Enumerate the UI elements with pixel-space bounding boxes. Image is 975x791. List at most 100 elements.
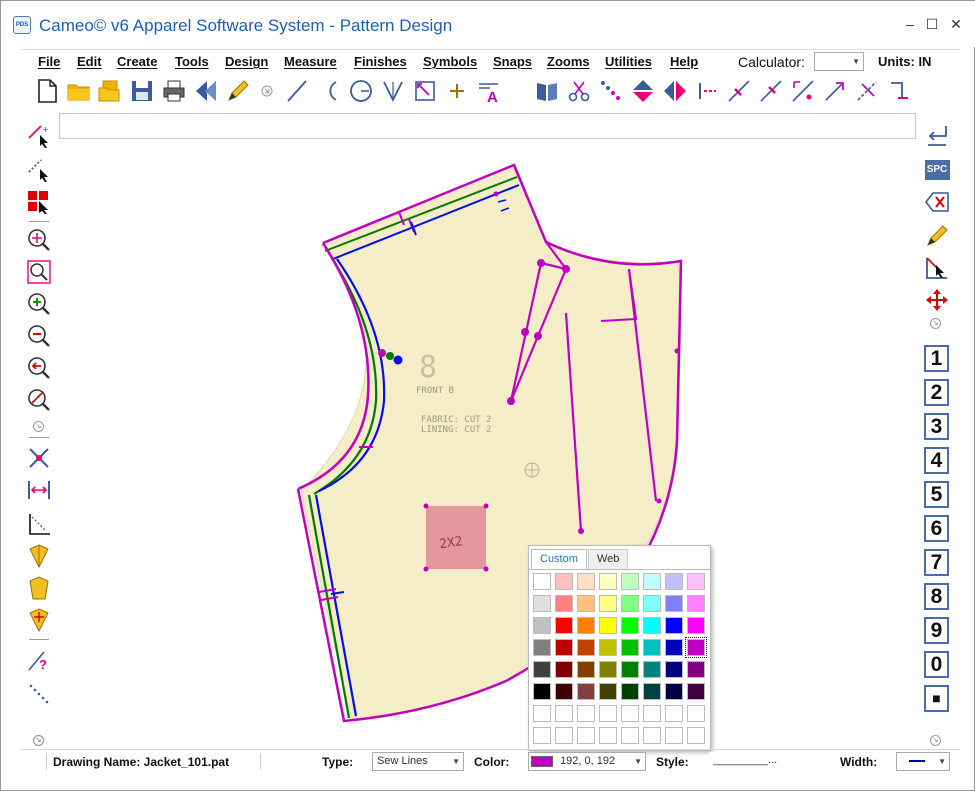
color-swatch[interactable] xyxy=(577,705,595,722)
color-swatch[interactable] xyxy=(621,683,639,700)
menu-tools[interactable]: Tools xyxy=(175,54,209,69)
select-points-icon[interactable]: + xyxy=(23,121,55,151)
menu-measure[interactable]: Measure xyxy=(284,54,337,69)
color-swatch[interactable] xyxy=(555,595,573,612)
color-swatch[interactable] xyxy=(599,705,617,722)
menu-symbols[interactable]: Symbols xyxy=(423,54,477,69)
line-icon[interactable] xyxy=(282,77,312,105)
color-swatch[interactable] xyxy=(577,727,595,744)
menu-design[interactable]: Design xyxy=(225,54,268,69)
menu-help[interactable]: Help xyxy=(670,54,698,69)
number-7-button[interactable]: 7 xyxy=(924,549,949,576)
number-0-button[interactable]: 0 xyxy=(924,651,949,678)
color-swatch[interactable] xyxy=(687,617,705,634)
menu-file[interactable]: File xyxy=(38,54,60,69)
dotted-line-icon[interactable] xyxy=(596,77,626,105)
color-swatch[interactable] xyxy=(621,595,639,612)
color-swatch[interactable] xyxy=(533,683,551,700)
calculator-select[interactable]: ▼ xyxy=(814,52,864,71)
flip-vertical-icon[interactable] xyxy=(628,77,658,105)
color-swatch[interactable] xyxy=(577,661,595,678)
return-icon[interactable] xyxy=(921,121,953,151)
corner-icon[interactable] xyxy=(884,77,914,105)
pencil-icon[interactable] xyxy=(223,77,253,105)
color-swatch[interactable] xyxy=(621,639,639,656)
split-line-icon[interactable] xyxy=(692,77,722,105)
color-swatch[interactable] xyxy=(577,683,595,700)
point-button[interactable]: ■ xyxy=(924,685,949,712)
zoom-cancel-icon[interactable] xyxy=(23,385,55,415)
color-swatch[interactable] xyxy=(665,683,683,700)
print-icon[interactable] xyxy=(159,77,189,105)
color-swatch[interactable] xyxy=(533,617,551,634)
menu-zooms[interactable]: Zooms xyxy=(547,54,590,69)
zoom-minus-icon[interactable] xyxy=(23,321,55,351)
select-pieces-icon[interactable] xyxy=(23,187,55,217)
color-swatch[interactable] xyxy=(665,617,683,634)
color-swatch[interactable] xyxy=(643,727,661,744)
color-swatch[interactable] xyxy=(643,573,661,590)
zoom-plus-icon[interactable] xyxy=(23,289,55,319)
color-swatch[interactable] xyxy=(599,661,617,678)
color-swatch[interactable] xyxy=(621,617,639,634)
arc-icon[interactable] xyxy=(314,77,344,105)
zoom-previous-icon[interactable] xyxy=(23,353,55,383)
color-swatch[interactable] xyxy=(555,661,573,678)
color-swatch[interactable] xyxy=(643,661,661,678)
v-notch-icon[interactable] xyxy=(378,77,408,105)
type-select[interactable]: Sew Lines ▼ xyxy=(372,752,464,771)
color-swatch[interactable] xyxy=(687,595,705,612)
color-swatch[interactable] xyxy=(621,705,639,722)
zoom-in-icon[interactable] xyxy=(23,225,55,255)
number-8-button[interactable]: 8 xyxy=(924,583,949,610)
color-swatch[interactable] xyxy=(685,637,707,658)
color-swatch[interactable] xyxy=(643,683,661,700)
color-swatch[interactable] xyxy=(599,727,617,744)
maximize-button[interactable]: ☐ xyxy=(921,13,943,35)
right-scroll-icon[interactable]: ↘ xyxy=(930,318,941,329)
text-icon[interactable]: A xyxy=(474,77,504,105)
color-swatch[interactable] xyxy=(621,727,639,744)
color-swatch[interactable] xyxy=(621,661,639,678)
select-edge-icon[interactable] xyxy=(921,253,953,283)
color-swatch[interactable] xyxy=(555,683,573,700)
minimize-button[interactable]: – xyxy=(899,13,921,35)
zoom-window-icon[interactable] xyxy=(23,257,55,287)
back-icon[interactable] xyxy=(191,77,221,105)
tab-custom[interactable]: Custom xyxy=(531,549,587,569)
drawing-canvas[interactable]: 8 FRONT B FABRIC: CUT 2 LINING: CUT 2 2X… xyxy=(57,141,917,741)
number-5-button[interactable]: 5 xyxy=(924,481,949,508)
color-swatch[interactable] xyxy=(643,639,661,656)
color-swatch[interactable] xyxy=(577,573,595,590)
number-3-button[interactable]: 3 xyxy=(924,413,949,440)
flip-horizontal-icon[interactable] xyxy=(660,77,690,105)
color-swatch[interactable] xyxy=(687,661,705,678)
new-file-icon[interactable] xyxy=(32,77,62,105)
color-swatch[interactable] xyxy=(555,727,573,744)
dimension-angle-icon[interactable] xyxy=(23,509,55,539)
color-swatch[interactable] xyxy=(577,617,595,634)
menu-utilities[interactable]: Utilities xyxy=(605,54,652,69)
piece-yellow-icon[interactable] xyxy=(23,541,55,571)
tab-web[interactable]: Web xyxy=(588,549,629,569)
color-swatch[interactable] xyxy=(643,595,661,612)
color-swatch[interactable] xyxy=(577,639,595,656)
color-swatch[interactable] xyxy=(533,727,551,744)
toolbar-scroll-icon[interactable] xyxy=(252,77,282,105)
color-swatch[interactable] xyxy=(643,617,661,634)
circle-icon[interactable] xyxy=(346,77,376,105)
color-swatch[interactable] xyxy=(665,573,683,590)
menu-create[interactable]: Create xyxy=(117,54,157,69)
color-swatch[interactable] xyxy=(599,639,617,656)
color-swatch[interactable] xyxy=(555,705,573,722)
book-icon[interactable] xyxy=(532,77,562,105)
move-cross-icon[interactable] xyxy=(23,443,55,473)
close-button[interactable]: ✕ xyxy=(945,13,967,35)
point-icon[interactable] xyxy=(442,77,472,105)
right-scroll-bottom-icon[interactable]: ↘ xyxy=(930,735,941,746)
color-swatch[interactable] xyxy=(555,639,573,656)
color-swatch[interactable] xyxy=(665,661,683,678)
help-query-icon[interactable]: ? xyxy=(23,645,55,675)
slash-icon[interactable] xyxy=(852,77,882,105)
menu-edit[interactable]: Edit xyxy=(77,54,102,69)
